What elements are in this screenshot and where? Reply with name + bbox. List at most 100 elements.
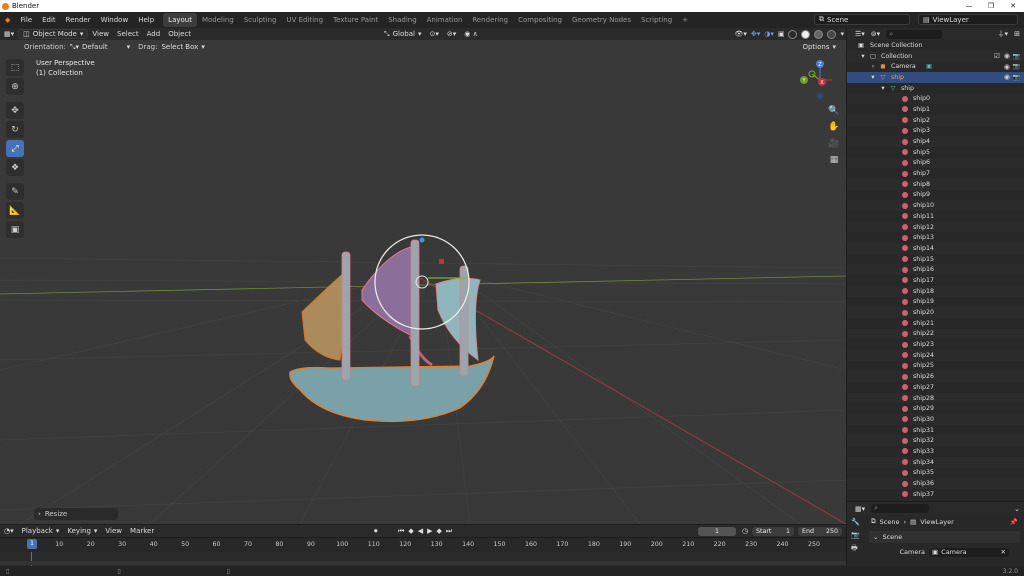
tree-item-material[interactable]: ship13 — [847, 232, 1024, 243]
camera-property-field[interactable]: ▣ Camera ✕ — [929, 547, 1009, 557]
tree-item-material[interactable]: ship30 — [847, 414, 1024, 425]
play-icon[interactable]: ▶ — [427, 527, 432, 536]
tree-item-material[interactable]: ship21 — [847, 318, 1024, 329]
properties-editor-type-icon[interactable]: ▦▾ — [855, 505, 865, 513]
tree-item-material[interactable]: ship3 — [847, 126, 1024, 137]
annotate-tool-icon[interactable]: ✎ — [6, 183, 24, 200]
new-collection-icon[interactable]: ⊞ — [1014, 30, 1020, 38]
tree-item-material[interactable]: ship36 — [847, 478, 1024, 489]
tree-item-material[interactable]: ship4 — [847, 136, 1024, 147]
next-keyframe-icon[interactable]: ◆ — [436, 527, 441, 536]
playhead[interactable]: 1 — [27, 539, 37, 549]
tree-item-material[interactable]: ship33 — [847, 446, 1024, 457]
tree-item-material[interactable]: ship37 — [847, 489, 1024, 500]
tree-item-material[interactable]: ship2 — [847, 114, 1024, 126]
zoom-icon[interactable]: 🔍 — [827, 104, 841, 118]
end-frame-field[interactable]: End 250 — [798, 526, 842, 536]
tab-texture-paint[interactable]: Texture Paint — [328, 13, 383, 27]
3d-viewport[interactable] — [0, 40, 846, 524]
menu-playback[interactable]: Playback ▾ — [18, 527, 64, 535]
viewport-scene[interactable] — [0, 40, 846, 524]
tab-rendering[interactable]: Rendering — [467, 13, 513, 27]
camera-render-icon[interactable]: 📷 — [1013, 63, 1020, 70]
tool-tab-icon[interactable]: 🔧 — [851, 518, 860, 526]
measure-tool-icon[interactable]: 📐 — [6, 202, 24, 219]
gizmo-x-handle[interactable] — [439, 259, 444, 264]
timeline-ruler[interactable]: 10 20 30 40 50 60 70 80 90 100 110 120 130 140 150 160 1… — [0, 538, 846, 552]
tab-layout[interactable]: Layout — [163, 13, 197, 27]
tree-item-material[interactable]: ship12 — [847, 221, 1024, 233]
tree-item-ship[interactable]: ▾ ▽ ship ◉ 📷 — [847, 72, 1024, 83]
collection-checkbox-icon[interactable]: ☑ — [994, 52, 1000, 60]
gizmo-toggle-icon[interactable]: ✥▾ — [751, 30, 760, 38]
material-shading-icon[interactable] — [814, 29, 824, 39]
menu-select[interactable]: Select — [113, 30, 143, 38]
tree-item-material[interactable]: ship18 — [847, 285, 1024, 297]
menu-keying[interactable]: Keying ▾ — [63, 527, 101, 535]
overlay-toggle-icon[interactable]: ◑▾ — [764, 30, 774, 38]
tree-item-material[interactable]: ship8 — [847, 178, 1024, 190]
tree-item-material[interactable]: ship0 — [847, 93, 1024, 105]
tree-item-collection[interactable]: ▾ ▢ Collection ☑ ◉ 📷 — [847, 50, 1024, 62]
visibility-icon[interactable]: 👁▾ — [734, 30, 746, 38]
filter-icon[interactable]: ⏚▾ — [997, 29, 1008, 39]
tree-item-material[interactable]: ship29 — [847, 403, 1024, 414]
start-frame-field[interactable]: Start 1 — [752, 526, 794, 536]
tree-item-camera[interactable]: › ◼ Camera ▣ ◉ 📷 — [847, 61, 1024, 72]
tab-modeling[interactable]: Modeling — [197, 13, 239, 27]
gizmo-neg-z-ball[interactable] — [817, 93, 823, 99]
cursor-tool-icon[interactable]: ⊕ — [6, 78, 24, 95]
xray-toggle-icon[interactable]: ▣ — [778, 30, 785, 38]
editor-type-button[interactable]: ▦▾ — [0, 30, 18, 38]
navigation-gizmo[interactable]: Z X Y — [800, 58, 840, 108]
tab-geometry-nodes[interactable]: Geometry Nodes — [567, 13, 636, 27]
output-tab-icon[interactable]: 🖶 — [851, 544, 860, 555]
jump-end-icon[interactable]: ⏭ — [446, 527, 452, 536]
tree-item-material[interactable]: ship19 — [847, 297, 1024, 308]
menu-render[interactable]: Render — [61, 12, 96, 28]
prev-keyframe-icon[interactable]: ◆ — [408, 527, 413, 536]
tree-item-material[interactable]: ship5 — [847, 147, 1024, 158]
tree-item-material[interactable]: ship22 — [847, 328, 1024, 340]
view-layer-selector[interactable]: ▤ ViewLayer — [918, 14, 1018, 25]
rotate-tool-icon[interactable]: ↻ — [6, 121, 24, 138]
expand-arrow-icon[interactable]: ▾ — [879, 85, 887, 92]
tree-item-material[interactable]: ship23 — [847, 339, 1024, 350]
clear-icon[interactable]: ✕ — [1001, 548, 1009, 556]
move-tool-icon[interactable]: ✥ — [6, 102, 24, 119]
expand-arrow-icon[interactable]: ▾ — [859, 53, 867, 60]
tree-item-material[interactable]: ship35 — [847, 468, 1024, 479]
expand-arrow-icon[interactable]: ▾ — [869, 74, 877, 81]
scene-selector[interactable]: ⧉ Scene — [814, 14, 910, 25]
tree-item-material[interactable]: ship9 — [847, 190, 1024, 201]
timeline-body[interactable] — [0, 552, 846, 566]
collection-visibility-icon[interactable]: ◉ — [1004, 52, 1010, 60]
tab-compositing[interactable]: Compositing — [513, 13, 567, 27]
tree-item-material[interactable]: ship31 — [847, 425, 1024, 436]
ship-object[interactable] — [289, 239, 495, 423]
chevron-down-icon[interactable]: ⌄ — [1014, 505, 1020, 513]
camera-view-icon[interactable]: 🎥 — [827, 137, 841, 151]
outliner-search-input[interactable]: ⌕ — [886, 29, 943, 39]
tree-item-material[interactable]: ship6 — [847, 157, 1024, 169]
current-frame-field[interactable]: 1 — [698, 526, 736, 536]
orientation-selector[interactable]: ⤡▾ Default ▾ — [66, 43, 134, 52]
ortho-grid-icon[interactable]: ▦ — [827, 153, 841, 167]
menu-marker[interactable]: Marker — [126, 527, 158, 535]
rendered-shading-icon[interactable] — [827, 29, 837, 39]
ship-render-icon[interactable]: 📷 — [1013, 74, 1020, 81]
tree-item-material[interactable]: ship14 — [847, 243, 1024, 254]
tree-item-material[interactable]: ship34 — [847, 456, 1024, 468]
menu-edit[interactable]: Edit — [37, 12, 61, 28]
tree-item-material[interactable]: ship1 — [847, 104, 1024, 115]
tree-item-scene-collection[interactable]: ▣ Scene Collection — [847, 40, 1024, 51]
close-button[interactable]: ✕ — [1002, 0, 1024, 12]
record-keyframe-icon[interactable]: ⏺ — [374, 527, 378, 536]
collection-render-icon[interactable]: 📷 — [1013, 53, 1020, 60]
snap-button[interactable]: ⊘▾ — [443, 30, 460, 38]
camera-visibility-icon[interactable]: ◉ — [1004, 63, 1010, 71]
tree-item-material[interactable]: ship11 — [847, 211, 1024, 222]
pin-icon[interactable]: 📌 — [1010, 518, 1018, 526]
tab-uv-editing[interactable]: UV Editing — [282, 13, 329, 27]
pivot-point-button[interactable]: ⊙▾ — [425, 30, 442, 38]
